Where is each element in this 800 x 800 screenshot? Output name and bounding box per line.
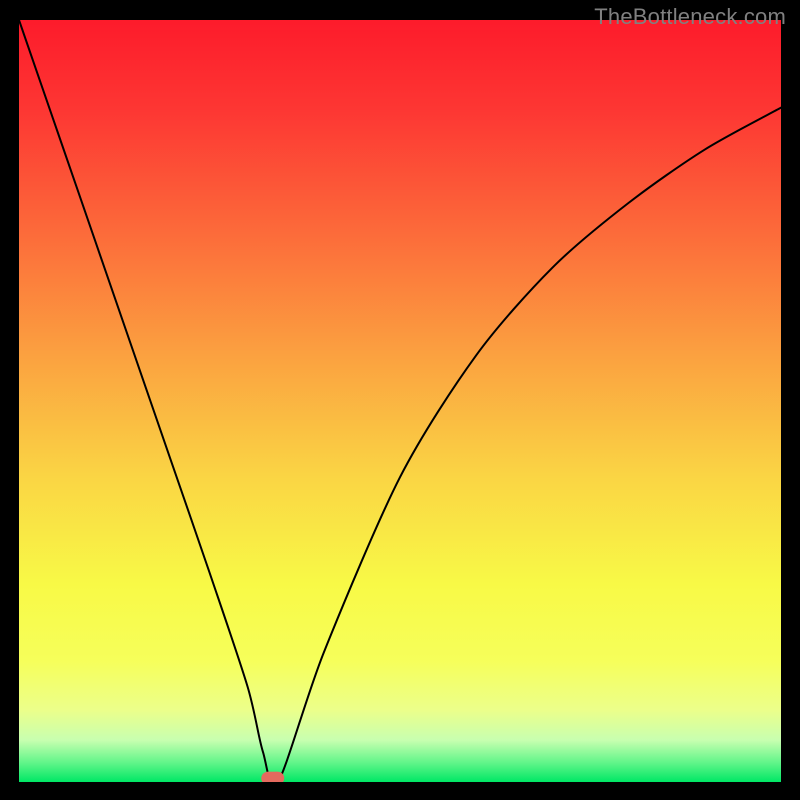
optimum-marker bbox=[261, 772, 284, 782]
gradient-background bbox=[19, 20, 781, 782]
plot-svg bbox=[19, 20, 781, 782]
watermark-text: TheBottleneck.com bbox=[594, 4, 786, 30]
plot-area bbox=[19, 20, 781, 782]
chart-frame: TheBottleneck.com bbox=[0, 0, 800, 800]
